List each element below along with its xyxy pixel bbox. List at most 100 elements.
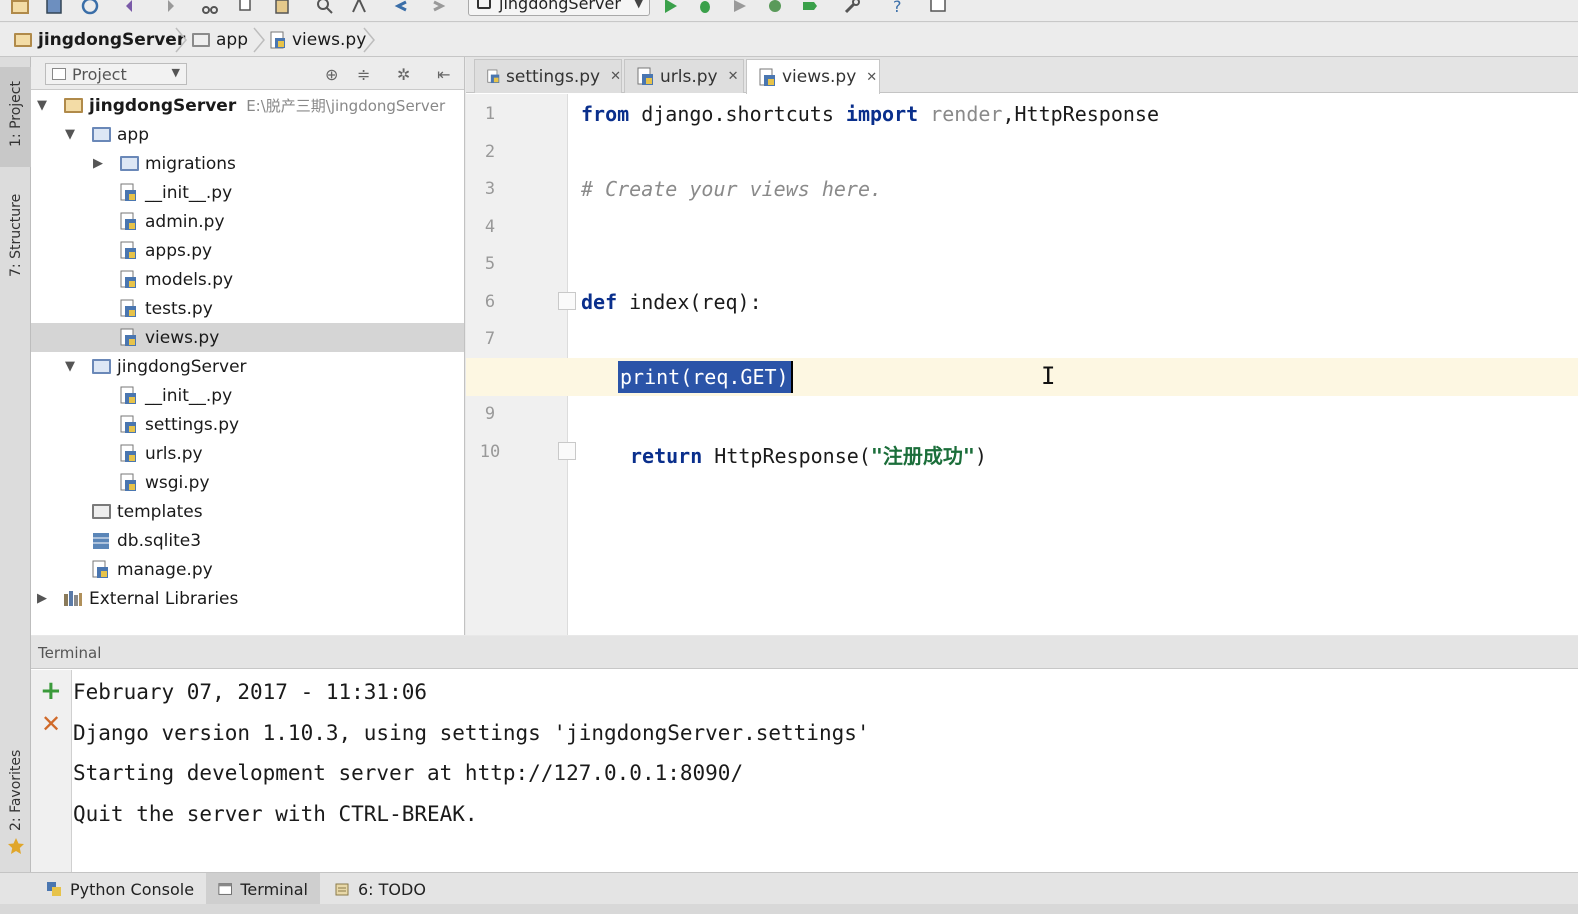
tree-item-file[interactable]: models.py [31, 265, 464, 294]
python-file-icon [759, 68, 775, 86]
close-icon[interactable]: ✕ [610, 69, 621, 84]
tree-item-file[interactable]: tests.py [31, 294, 464, 323]
tree-item-file[interactable]: admin.py [31, 207, 464, 236]
chevron-right-icon[interactable]: ▶ [93, 156, 103, 171]
tree-item-file[interactable]: apps.py [31, 236, 464, 265]
chevron-down-icon[interactable]: ▼ [37, 98, 47, 113]
line-number: 9 [484, 404, 496, 424]
folder-icon [92, 127, 111, 142]
terminal-panel: Terminal + ✕ February 07, 2017 - 11:31:0… [31, 636, 1578, 872]
profile-icon[interactable] [765, 0, 785, 16]
run-icon[interactable] [660, 0, 680, 16]
terminal-toolbar-icon[interactable] [928, 0, 948, 16]
tree-item-file[interactable]: db.sqlite3 [31, 526, 464, 555]
breadcrumb-item-file[interactable]: views.py [270, 29, 366, 51]
paste-icon[interactable] [272, 0, 292, 16]
project-view-label: Project [72, 65, 127, 84]
coverage-icon[interactable] [730, 0, 750, 16]
close-icon[interactable]: ✕ [728, 69, 739, 84]
folder-icon [64, 98, 83, 113]
open-folder-icon[interactable] [10, 0, 30, 16]
tree-item-file[interactable]: __init__.py [31, 381, 464, 410]
tab-settings-py[interactable]: settings.py ✕ [474, 59, 622, 93]
collapse-all-icon[interactable]: ≑ [357, 65, 370, 84]
tab-structure[interactable]: 7: Structure [0, 187, 31, 297]
tab-python-console[interactable]: Python Console [34, 873, 206, 905]
tree-item-file-selected[interactable]: views.py [31, 323, 464, 352]
tree-item-external-libraries[interactable]: ▶ External Libraries [31, 584, 464, 613]
code-comment: # Create your views here. [581, 177, 883, 201]
replace-icon[interactable] [350, 0, 370, 16]
code-token-unused: render [918, 102, 1003, 126]
editor-tabs: settings.py ✕ urls.py ✕ views.py ✕ [466, 57, 1578, 94]
undo-icon[interactable] [122, 0, 142, 16]
folder-icon [92, 359, 111, 374]
tab-label: Python Console [70, 879, 195, 899]
tab-todo[interactable]: 6: TODO [322, 873, 438, 905]
tree-item-label: urls.py [145, 443, 203, 464]
project-panel: Project ▼ ⊕ ≑ ✲ ⇤ ▼ jingdongServer E:\脱产三… [31, 57, 465, 635]
code-token: ,HttpResponse [1002, 102, 1160, 126]
tab-terminal[interactable]: Terminal [206, 873, 320, 905]
project-icon [52, 68, 66, 80]
chevron-down-icon[interactable]: ▼ [65, 127, 75, 142]
tree-item-label: External Libraries [89, 588, 239, 609]
tree-item-file[interactable]: urls.py [31, 439, 464, 468]
line-number: 3 [484, 179, 496, 199]
back-icon[interactable] [392, 0, 412, 16]
line-number: 7 [484, 329, 496, 349]
save-icon[interactable] [44, 0, 64, 16]
tree-item-folder[interactable]: ▼ app [31, 120, 464, 149]
folder-icon [192, 33, 210, 47]
tree-item-root[interactable]: ▼ jingdongServer E:\脱产三期\jingdongServer [31, 91, 464, 120]
scroll-from-source-icon[interactable]: ⊕ [325, 65, 338, 84]
cut-icon[interactable] [200, 0, 220, 16]
settings-wrench-icon[interactable] [842, 0, 862, 16]
tab-favorites[interactable]: 2: Favorites [0, 747, 31, 857]
gear-icon[interactable]: ✲ [397, 65, 410, 84]
tree-item-file[interactable]: manage.py [31, 555, 464, 584]
breadcrumb-item-project[interactable]: jingdongServer [14, 29, 185, 51]
plus-icon[interactable]: + [40, 676, 62, 706]
hide-panel-icon[interactable]: ⇤ [437, 65, 450, 84]
tree-item-label: __init__.py [145, 385, 233, 406]
code-line-6: def index(req): [581, 290, 762, 314]
sync-icon[interactable] [80, 0, 100, 16]
line-number: 2 [484, 142, 496, 162]
tree-item-folder[interactable]: ▶ migrations [31, 149, 464, 178]
concurrency-icon[interactable] [800, 0, 820, 16]
python-file-icon [120, 183, 136, 201]
tab-project[interactable]: 1: Project [0, 67, 31, 167]
chevron-right-icon[interactable]: ▶ [37, 591, 47, 606]
folder-icon [14, 33, 32, 47]
forward-icon[interactable] [428, 0, 448, 16]
code-area[interactable]: from django.shortcuts import render,Http… [466, 94, 1578, 635]
tab-views-py[interactable]: views.py ✕ [746, 59, 880, 94]
left-tool-strip: 1: Project 7: Structure 2: Favorites [0, 57, 31, 872]
folder-icon [120, 156, 139, 171]
project-view-select[interactable]: Project ▼ [45, 63, 187, 85]
help-icon[interactable]: ? [888, 0, 908, 16]
run-configuration-select[interactable]: jingdongServer ▼ [468, 0, 650, 16]
keyword: return [630, 444, 703, 468]
copy-icon[interactable] [236, 0, 256, 16]
main-toolbar: jingdongServer ▼ ? [0, 0, 1578, 22]
chevron-down-icon[interactable]: ▼ [65, 359, 75, 374]
python-file-icon [120, 415, 136, 433]
tree-item-folder[interactable]: ▼ jingdongServer [31, 352, 464, 381]
debug-icon[interactable] [695, 0, 715, 16]
tab-urls-py[interactable]: urls.py ✕ [624, 59, 744, 93]
tree-item-file[interactable]: __init__.py [31, 178, 464, 207]
tree-item-label: views.py [145, 327, 220, 348]
python-file-icon [487, 69, 500, 84]
tree-item-file[interactable]: settings.py [31, 410, 464, 439]
close-icon[interactable]: ✕ [41, 710, 61, 738]
tree-item-file[interactable]: wsgi.py [31, 468, 464, 497]
breadcrumb-item-app[interactable]: app [192, 29, 248, 51]
redo-icon[interactable] [158, 0, 178, 16]
tree-item-label: manage.py [117, 559, 213, 580]
find-icon[interactable] [315, 0, 335, 16]
breadcrumb: jingdongServer app views.py [0, 23, 1578, 57]
close-icon[interactable]: ✕ [866, 70, 877, 85]
tree-item-folder[interactable]: templates [31, 497, 464, 526]
